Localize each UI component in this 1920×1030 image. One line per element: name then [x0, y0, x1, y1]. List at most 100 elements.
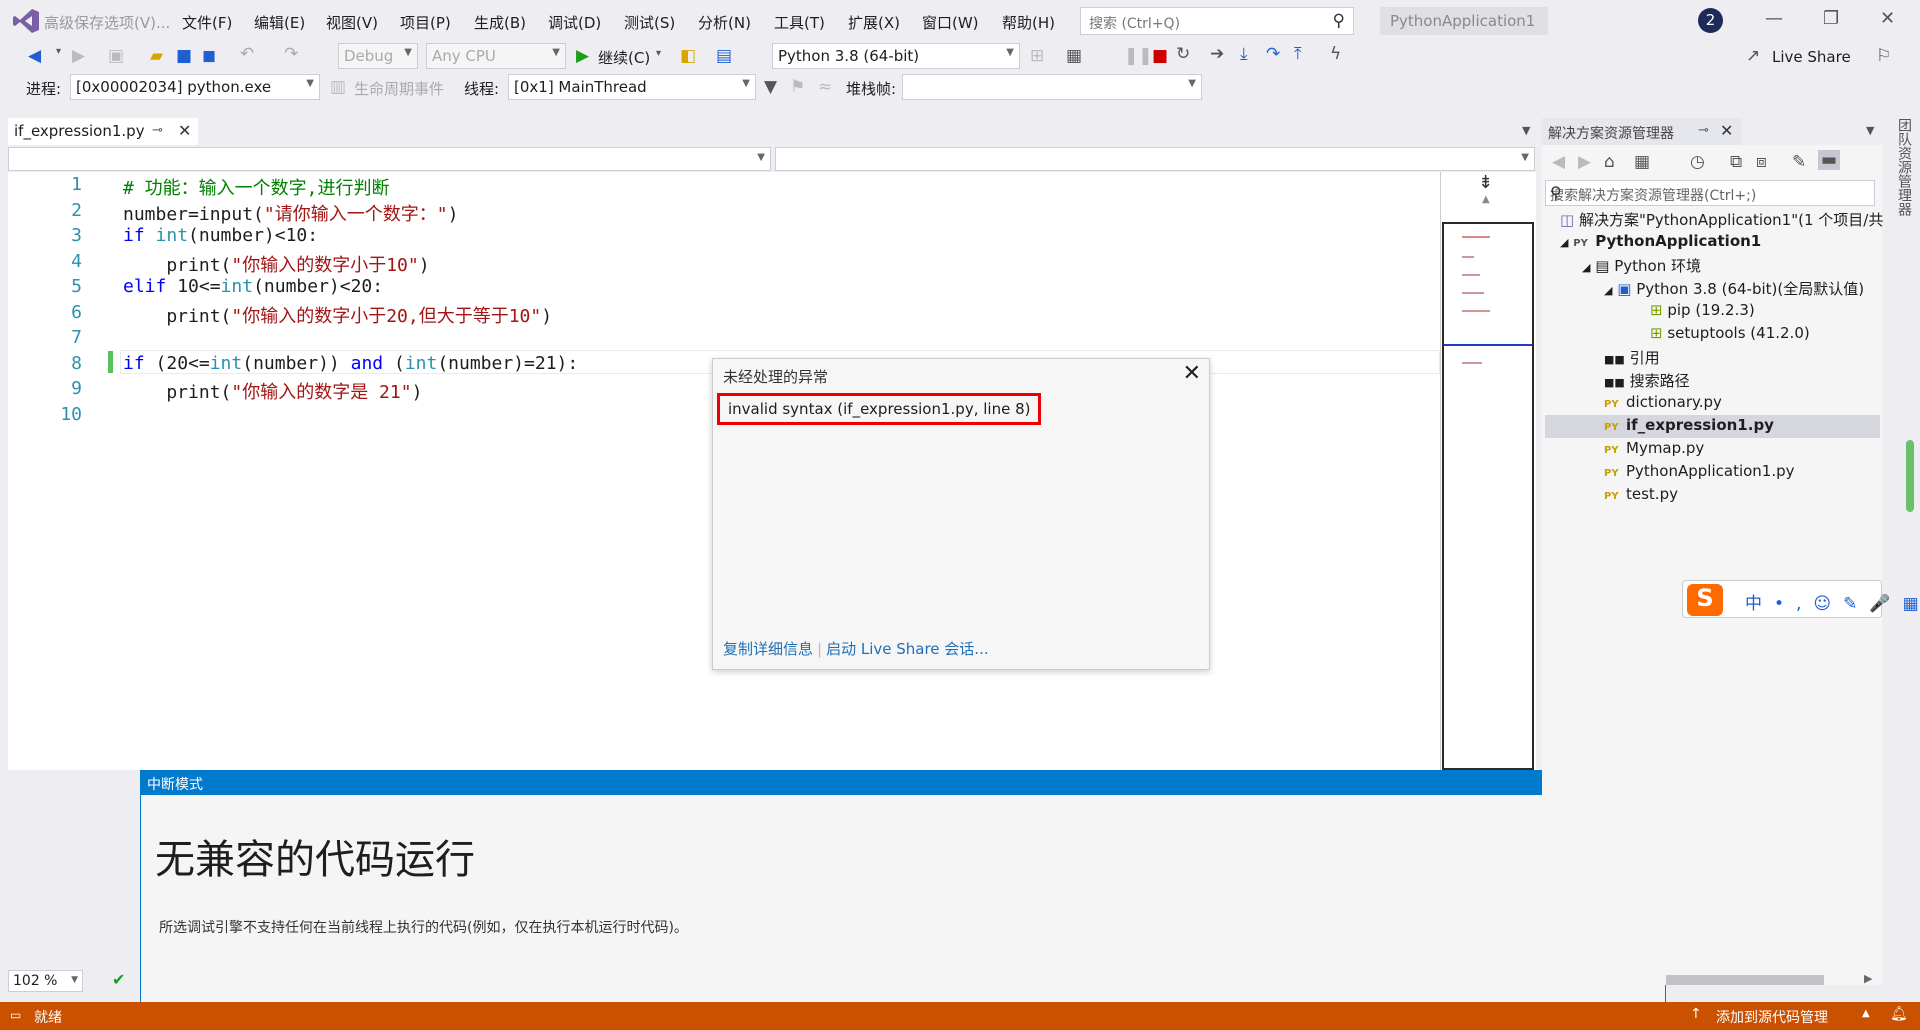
python-environment-select[interactable]: Python 3.8 (64-bit) ▼ — [772, 43, 1020, 69]
tree-file-if-expression1[interactable]: PY if_expression1.py — [1604, 416, 1774, 434]
tree-solution[interactable]: ◫ 解决方案"PythonApplication1"(1 个项目/共 — [1560, 209, 1883, 230]
show-all-files-icon[interactable]: ⧈ — [1756, 152, 1767, 172]
pause-icon[interactable]: ❚❚ — [1124, 46, 1153, 66]
step-into-icon[interactable]: ⤓ — [1240, 44, 1248, 64]
add-to-source-control[interactable]: 添加到源代码管理 — [1716, 1007, 1828, 1027]
switch-views-icon[interactable]: ▦ — [1634, 152, 1650, 172]
show-next-statement-icon[interactable]: ➔ — [1210, 44, 1224, 64]
advanced-save-options[interactable]: 高级保存选项(V)... — [44, 12, 170, 33]
notification-badge[interactable]: 2 — [1698, 8, 1723, 33]
flag-icon[interactable]: ⚑ — [790, 77, 805, 97]
back-icon[interactable]: ◀ — [28, 46, 41, 66]
browser-icon[interactable]: ▤ — [716, 46, 732, 66]
copy-details-link[interactable]: 复制详细信息 — [723, 640, 813, 658]
process-icon[interactable]: ◧ — [680, 46, 696, 66]
close-icon[interactable]: ✕ — [1880, 8, 1895, 29]
continue-dropdown-icon[interactable]: ▾ — [656, 48, 661, 59]
navigation-scope-select[interactable]: ▼ — [8, 147, 771, 171]
back-dropdown-icon[interactable]: ▾ — [56, 46, 61, 57]
menu-test[interactable]: 测试(S) — [624, 12, 675, 33]
tree-file-test[interactable]: PY test.py — [1604, 485, 1678, 503]
hot-reload-icon[interactable]: ϟ — [1330, 44, 1341, 64]
restore-icon[interactable]: ❐ — [1823, 8, 1839, 29]
restart-icon[interactable]: ↻ — [1176, 44, 1190, 64]
start-live-share-link[interactable]: 启动 Live Share 会话... — [826, 640, 989, 658]
minimap-viewport[interactable] — [1442, 222, 1534, 770]
save-all-icon[interactable]: ◼ — [202, 46, 216, 66]
menu-view[interactable]: 视图(V) — [326, 12, 378, 33]
solution-explorer-search[interactable]: 搜索解决方案资源管理器(Ctrl+;) ⚲ — [1545, 180, 1875, 206]
tab-if-expression1[interactable]: if_expression1.py ⊸ ✕ — [8, 118, 198, 145]
menu-analyze[interactable]: 分析(N) — [698, 12, 751, 33]
configuration-select[interactable]: Debug ▼ — [338, 43, 418, 69]
menu-tools[interactable]: 工具(T) — [774, 12, 825, 33]
tree-project[interactable]: ◢ PY PythonApplication1 — [1560, 232, 1761, 250]
close-tab-icon[interactable]: ✕ — [178, 121, 191, 140]
lifecycle-icon[interactable]: ▥ — [330, 77, 346, 97]
stop-icon[interactable]: ■ — [1152, 46, 1168, 66]
lifecycle-events-button[interactable]: 生命周期事件 — [354, 78, 444, 99]
close-icon[interactable]: ✕ — [1720, 121, 1733, 140]
step-over-icon[interactable]: ↷ — [1266, 44, 1280, 64]
forward-icon[interactable]: ▶ — [72, 46, 85, 66]
tree-python-env[interactable]: ◢ ▣ Python 3.8 (64-bit)(全局默认值) — [1604, 278, 1864, 299]
filter-icon[interactable]: ▼ — [764, 77, 777, 97]
continue-play-icon[interactable]: ▶ — [576, 46, 589, 66]
no-issues-icon[interactable]: ✔ — [112, 970, 125, 989]
scroll-indicator[interactable] — [1906, 440, 1914, 512]
menu-project[interactable]: 项目(P) — [400, 12, 451, 33]
feedback-icon[interactable]: ⚐ — [1876, 46, 1891, 66]
scroll-up-icon[interactable]: ▲ — [1482, 194, 1490, 205]
home-icon[interactable]: ⌂ — [1604, 152, 1615, 172]
open-folder-icon[interactable]: ▰ — [150, 46, 163, 66]
new-item-icon[interactable]: ▣ — [108, 46, 124, 66]
panel-overflow-icon[interactable]: ▼ — [1866, 124, 1874, 137]
tab-overflow-icon[interactable]: ▼ — [1522, 124, 1530, 137]
quick-launch-search[interactable]: 搜索 (Ctrl+Q) ⚲ — [1080, 7, 1354, 35]
close-icon[interactable]: ✕ — [1183, 361, 1201, 386]
redo-icon[interactable]: ↷ — [284, 44, 298, 64]
menu-file[interactable]: 文件(F) — [182, 12, 232, 33]
live-share-button[interactable]: Live Share — [1772, 48, 1851, 66]
environment-icon[interactable]: ⊞ — [1030, 46, 1044, 66]
tree-file-dictionary[interactable]: PY dictionary.py — [1604, 393, 1722, 411]
preview-icon[interactable]: ▬ — [1818, 150, 1841, 170]
stack-frame-select[interactable]: ▼ — [902, 74, 1202, 100]
horizontal-scrollbar-thumb[interactable] — [1666, 975, 1824, 985]
sogou-logo-icon[interactable]: S — [1687, 584, 1723, 616]
ime-controls[interactable]: 中•,☺✎🎤▦ — [1745, 589, 1920, 614]
tree-search-paths[interactable]: ■■ 搜索路径 — [1604, 370, 1690, 391]
back-icon[interactable]: ◀ — [1552, 152, 1565, 172]
undo-icon[interactable]: ↶ — [240, 44, 254, 64]
tree-file-mymap[interactable]: PY Mymap.py — [1604, 439, 1704, 457]
platform-select[interactable]: Any CPU ▼ — [426, 43, 566, 69]
minimize-icon[interactable]: — — [1765, 8, 1783, 29]
threads-icon[interactable]: ≈ — [818, 77, 832, 97]
tree-python-environments[interactable]: ◢ ▤ Python 环境 — [1582, 255, 1701, 276]
layout-icon[interactable]: ▦ — [1066, 46, 1082, 66]
menu-debug[interactable]: 调试(D) — [548, 12, 601, 33]
continue-button[interactable]: 继续(C) — [598, 47, 650, 68]
menu-window[interactable]: 窗口(W) — [922, 12, 979, 33]
zoom-select[interactable]: 102 % ▼ — [8, 970, 83, 992]
save-icon[interactable]: ■ — [176, 46, 192, 66]
tree-references[interactable]: ■■ 引用 — [1604, 347, 1660, 368]
solution-explorer-tab[interactable]: 解决方案资源管理器 ⊸ ✕ — [1542, 118, 1742, 145]
live-share-icon[interactable]: ↗ — [1746, 46, 1760, 66]
scroll-right-icon[interactable]: ▶ — [1864, 972, 1872, 985]
navigation-member-select[interactable]: ▼ — [775, 147, 1535, 171]
thread-select[interactable]: [0x1] MainThread ▼ — [508, 74, 756, 100]
menu-extensions[interactable]: 扩展(X) — [848, 12, 900, 33]
tree-package-pip[interactable]: ⊞ pip (19.2.3) — [1650, 301, 1755, 319]
menu-build[interactable]: 生成(B) — [474, 12, 526, 33]
properties-icon[interactable]: ✎ — [1792, 152, 1806, 172]
menu-edit[interactable]: 编辑(E) — [254, 12, 305, 33]
process-select[interactable]: [0x00002034] python.exe ▼ — [70, 74, 320, 100]
forward-icon[interactable]: ▶ — [1578, 152, 1591, 172]
pin-icon[interactable]: ⊸ — [152, 123, 163, 138]
step-out-icon[interactable]: ⤒ — [1294, 44, 1302, 64]
menu-help[interactable]: 帮助(H) — [1002, 12, 1055, 33]
history-icon[interactable]: ◷ — [1690, 152, 1705, 172]
tree-package-setuptools[interactable]: ⊞ setuptools (41.2.0) — [1650, 324, 1810, 342]
chevron-up-icon[interactable]: ▲ — [1862, 1008, 1870, 1019]
